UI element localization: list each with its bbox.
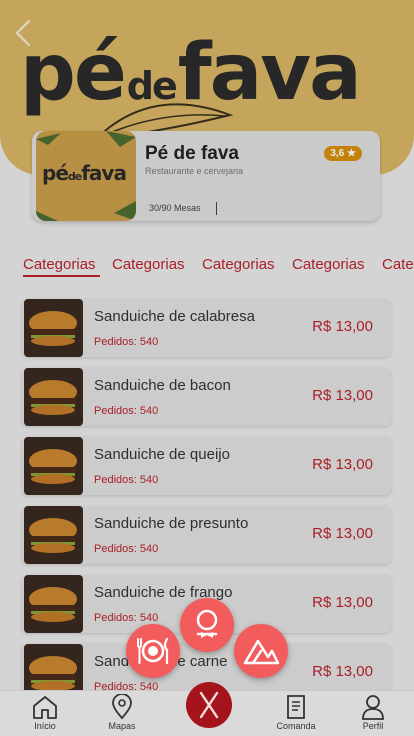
product-name: Sanduiche de presunto [94, 515, 249, 532]
product-price: R$ 13,00 [312, 456, 373, 473]
product-item[interactable]: Sanduiche de bacon Pedidos: 540 R$ 13,00 [22, 368, 391, 426]
product-price: R$ 13,00 [312, 387, 373, 404]
thumbnail-logo-part: fava [81, 161, 127, 185]
receipt-icon [287, 695, 305, 719]
mountain-icon [243, 639, 280, 665]
nav-maps[interactable]: Mapas [92, 694, 152, 731]
home-icon [33, 696, 57, 719]
product-orders: Pedidos: 540 [94, 612, 159, 624]
product-orders: Pedidos: 540 [94, 543, 159, 555]
nav-comanda-label: Comanda [276, 721, 316, 731]
product-item[interactable]: Sanduiche de queijo Pedidos: 540 R$ 13,0… [22, 437, 391, 495]
tab-category-5[interactable]: Cate [382, 256, 414, 273]
restaurant-name: Pé de fava [145, 143, 239, 164]
burger-image [24, 299, 83, 357]
restaurant-thumbnail: pédefava [36, 131, 136, 221]
nav-maps-label: Mapas [108, 721, 136, 731]
plate-cutlery-icon [137, 637, 169, 665]
back-button[interactable] [10, 16, 36, 50]
product-name: Sanduiche de calabresa [94, 308, 255, 325]
product-price: R$ 13,00 [312, 663, 373, 680]
fab-map-button[interactable] [234, 624, 288, 678]
burger-image [24, 437, 83, 495]
product-price: R$ 13,00 [312, 594, 373, 611]
tab-category-1[interactable]: Categorias [23, 256, 96, 273]
tab-category-3[interactable]: Categorias [202, 256, 275, 273]
active-tab-indicator [23, 275, 100, 277]
restaurant-page: pédefava pédefava Pé de fava Restaurante… [0, 0, 414, 736]
thumbnail-logo-part: pé [42, 161, 69, 185]
user-icon [362, 695, 384, 720]
product-item[interactable]: Sanduiche de presunto Pedidos: 540 R$ 13… [22, 506, 391, 564]
restaurant-card[interactable]: pédefava Pé de fava Restaurante e cervej… [32, 131, 380, 221]
nav-profile[interactable]: Perfil [343, 694, 403, 731]
nav-profile-label: Perfil [362, 721, 384, 731]
rating-badge: 3,6 ★ [324, 146, 362, 161]
map-pin-icon [112, 694, 132, 720]
product-orders: Pedidos: 540 [94, 405, 159, 417]
thumbnail-logo-part: de [67, 170, 82, 183]
center-menu-button[interactable] [186, 682, 232, 728]
product-price: R$ 13,00 [312, 318, 373, 335]
product-name: Sanduiche de bacon [94, 377, 231, 394]
tab-category-2[interactable]: Categorias [112, 256, 185, 273]
nav-home[interactable]: Início [15, 694, 75, 731]
nav-comanda[interactable]: Comanda [266, 694, 326, 731]
category-tabs: Categorias Categorias Categorias Categor… [0, 237, 414, 277]
thumbnail-logo: pédefava [42, 161, 127, 185]
burger-image [24, 368, 83, 426]
tab-category-4[interactable]: Categorias [292, 256, 365, 273]
divider [216, 202, 217, 215]
tables-count: 30/90 Mesas [149, 203, 201, 213]
fab-waiter-button[interactable] [180, 598, 234, 652]
product-item[interactable]: Sanduiche de calabresa Pedidos: 540 R$ 1… [22, 299, 391, 357]
burger-image [24, 506, 83, 564]
cutlery-icon [199, 691, 219, 719]
product-name: Sanduiche de queijo [94, 446, 230, 463]
nav-home-label: Início [34, 721, 56, 731]
product-price: R$ 13,00 [312, 525, 373, 542]
waiter-icon [196, 609, 218, 638]
chevron-left-icon [15, 19, 31, 47]
product-orders: Pedidos: 540 [94, 336, 159, 348]
fab-order-button[interactable] [126, 624, 180, 678]
product-orders: Pedidos: 540 [94, 474, 159, 486]
restaurant-subtitle: Restaurante e cervejaria [145, 166, 244, 176]
burger-image [24, 575, 83, 633]
